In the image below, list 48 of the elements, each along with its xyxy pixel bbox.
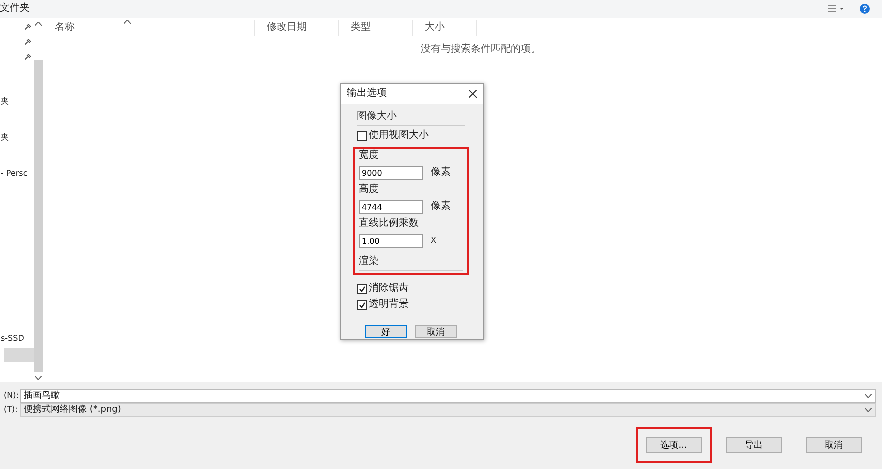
checkbox[interactable]: 透明背景 [357, 299, 465, 311]
nav-item[interactable]: s-SSD [1, 333, 34, 345]
close-icon[interactable] [469, 90, 477, 98]
nav-item[interactable]: 夹 [1, 96, 34, 108]
field-label: 宽度 [359, 150, 380, 162]
checkmark-icon [358, 302, 366, 308]
field-label: (T): [4, 404, 19, 416]
number-field[interactable]: 4744 [359, 200, 423, 214]
scrollbar-thumb[interactable] [34, 60, 43, 372]
section-heading: 图像大小 [357, 111, 465, 126]
scroll-down-icon [35, 376, 42, 380]
number-field[interactable]: 1.00 [359, 234, 423, 248]
sort-caret-icon [124, 20, 131, 24]
file-name-field[interactable]: 插画鸟瞰 [20, 388, 876, 402]
column-header[interactable]: 类型 [339, 20, 413, 36]
unit-label: X [431, 235, 436, 247]
help-icon[interactable] [860, 4, 870, 14]
dialog-button[interactable]: 选项... [646, 437, 702, 453]
dialog-button[interactable]: 取消 [806, 437, 862, 453]
column-header[interactable]: 名称 [43, 20, 255, 36]
column-header[interactable]: 大小 [413, 20, 477, 36]
nav-item[interactable]: - Persc [1, 168, 34, 180]
pin-icon [25, 39, 31, 45]
field-label: 高度 [359, 184, 380, 196]
number-field[interactable]: 9000 [359, 166, 423, 180]
dialog-button[interactable]: 导出 [726, 437, 782, 453]
column-header[interactable]: 修改日期 [255, 20, 339, 36]
field-label: 直线比例乘数 [359, 218, 420, 230]
unit-label: 像素 [431, 167, 451, 179]
field-label: (N): [4, 390, 20, 402]
unit-label: 像素 [431, 201, 451, 213]
dropdown-icon [865, 394, 872, 398]
file-type-dropdown[interactable]: 便携式网络图像 (*.png) [20, 402, 876, 416]
view-list-icon[interactable] [828, 5, 844, 13]
cancel-button[interactable]: 取消 [415, 325, 457, 338]
checkbox[interactable]: 使用视图大小 [357, 130, 465, 142]
pin-icon [25, 24, 31, 30]
dialog-title: 输出选项 [347, 88, 387, 100]
pin-icon [25, 54, 31, 60]
scroll-up-icon [35, 22, 42, 26]
nav-item[interactable]: 夹 [1, 132, 34, 144]
dropdown-icon [865, 408, 872, 412]
section-heading: 渲染 [359, 256, 463, 271]
ok-button[interactable]: 好 [365, 325, 407, 338]
empty-message: 没有与搜索条件匹配的项。 [421, 44, 541, 56]
checkbox[interactable]: 消除锯齿 [357, 283, 465, 295]
folder-path: 文件夹 [0, 3, 30, 15]
checkmark-icon [358, 286, 366, 292]
